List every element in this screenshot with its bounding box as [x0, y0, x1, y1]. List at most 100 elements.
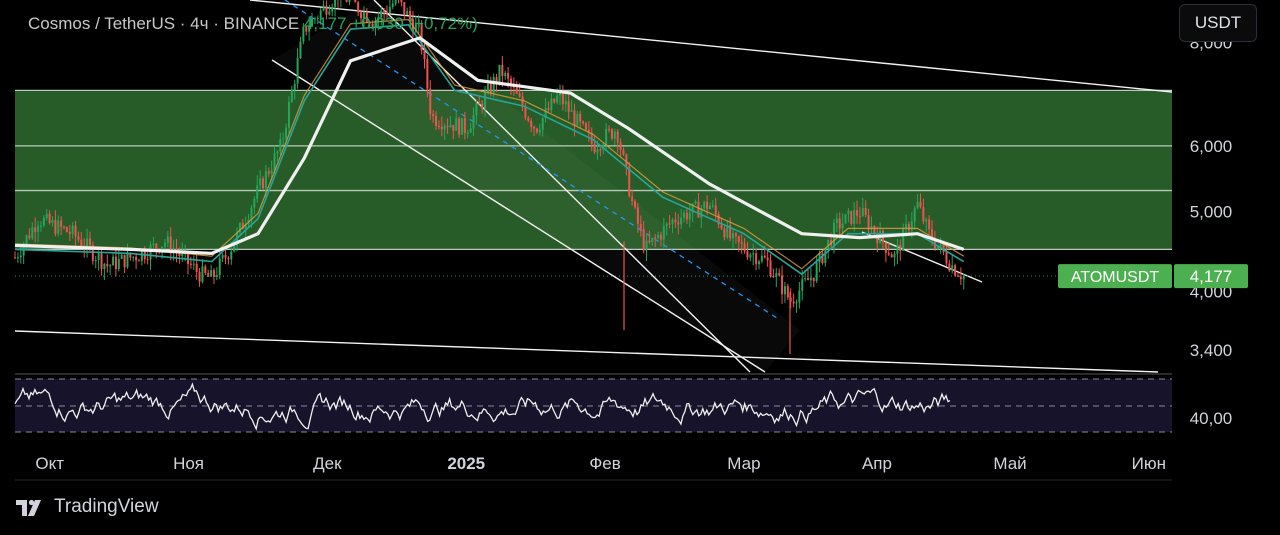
tradingview-logo-icon [16, 499, 41, 516]
candle-266 [781, 265, 784, 304]
candle-263 [772, 268, 775, 278]
candle-290 [850, 210, 853, 226]
candle-34 [112, 253, 115, 266]
candle-112 [337, 0, 339, 9]
time-tick-5: Мар [727, 454, 760, 473]
candle-72 [221, 253, 224, 263]
candle-29 [97, 250, 100, 271]
candle-288 [844, 213, 847, 224]
candle-255 [749, 252, 752, 262]
candle-305 [893, 250, 896, 267]
candle-65 [201, 259, 204, 284]
candle-154 [458, 116, 461, 138]
time-tick-0: Окт [35, 454, 64, 473]
candle-325 [951, 254, 954, 274]
symbol-title: Cosmos / TetherUS · 4ч · BINANCE [28, 14, 300, 33]
zone-2 [15, 90, 1172, 146]
candle-96 [290, 85, 293, 103]
candle-99 [299, 36, 302, 60]
candle-271 [795, 299, 798, 313]
candle-1 [16, 252, 19, 264]
candle-213 [628, 161, 631, 198]
candle-116 [348, 0, 351, 6]
candle-67 [207, 269, 210, 277]
candle-324 [948, 259, 951, 273]
candle-272 [798, 281, 801, 309]
candle-281 [824, 248, 827, 267]
candle-66 [204, 264, 207, 276]
time-tick-7: Май [993, 454, 1026, 473]
candle-133 [398, 0, 400, 4]
time-axis[interactable]: Окт Ноя Дек 2025 Фев Мар Апр Май Июн [15, 454, 1172, 481]
time-tick-1: Ноя [173, 454, 204, 473]
candle-270 [792, 293, 795, 308]
candle-265 [778, 268, 781, 277]
candle-64 [198, 267, 201, 287]
candle-304 [890, 252, 893, 258]
candle-70 [215, 267, 218, 281]
candle-43 [137, 258, 140, 262]
price-chart[interactable]: 8,0006,0005,0004,0003,400 40,00 Окт Ноя Де… [0, 0, 1280, 535]
candle-113 [340, 0, 342, 8]
price-tick-2: 5,000 [1190, 202, 1233, 221]
lower-trendline [14, 330, 1159, 373]
candle-268 [786, 283, 789, 301]
rsi-pane: 40,00 [14, 373, 1233, 433]
last-price-label-group: ATOMUSDT 4,177 [1058, 264, 1248, 289]
candle-44 [140, 250, 143, 266]
candle-118 [354, 0, 357, 3]
candle-302 [884, 241, 887, 262]
candle-134 [400, 0, 403, 7]
candle-267 [783, 282, 786, 303]
candle-33 [109, 263, 112, 275]
candle-264 [775, 267, 778, 288]
candle-75 [230, 247, 233, 265]
candle-68 [210, 264, 213, 278]
rsi-tick: 40,00 [1190, 409, 1233, 428]
candle-257 [755, 248, 758, 271]
symbol-label: ATOMUSDT [1071, 269, 1160, 286]
candle-276 [809, 267, 812, 288]
candle-329 [962, 273, 965, 290]
candle-131 [391, 0, 394, 10]
candle-262 [769, 253, 772, 278]
price-tick-1: 6,000 [1190, 137, 1233, 156]
candle-71 [218, 251, 221, 280]
candle-170 [504, 70, 507, 80]
time-tick-6: Апр [862, 454, 892, 473]
candle-76 [233, 245, 236, 253]
candle-258 [757, 259, 760, 270]
candle-69 [212, 268, 215, 284]
time-tick-4: Фев [589, 454, 620, 473]
candle-259 [760, 250, 763, 264]
candle-164 [486, 74, 489, 95]
price-tick-4: 3,400 [1190, 341, 1233, 360]
candle-174 [515, 81, 518, 94]
last-price-value: 4,177 [1190, 267, 1233, 286]
candle-0 [14, 251, 16, 259]
tradingview-branding: TradingView [16, 496, 159, 518]
price-axis[interactable]: 8,0006,0005,0004,0003,400 [1190, 33, 1233, 360]
price-change: +0,030 (+0,72%) [351, 14, 478, 33]
candle-132 [394, 0, 397, 6]
candle-41 [132, 256, 135, 262]
candle-74 [227, 256, 230, 265]
time-tick-3: 2025 [447, 454, 485, 473]
candle-130 [388, 0, 391, 15]
candle-115 [345, 0, 348, 3]
candle-62 [192, 255, 195, 270]
candle-28 [94, 255, 97, 269]
candle-277 [812, 277, 815, 288]
candle-155 [460, 117, 463, 136]
time-tick-8: Июн [1132, 454, 1166, 473]
chart-legend-header: Cosmos / TetherUS · 4ч · BINANCE 4,177 +… [28, 14, 478, 34]
candle-46 [146, 251, 149, 265]
tradingview-wordmark: TradingView [54, 496, 159, 517]
candle-107 [322, 0, 325, 12]
candle-31 [103, 262, 106, 280]
candle-326 [954, 263, 957, 277]
support-resistance-zones [15, 89, 1172, 250]
candle-38 [123, 254, 126, 274]
currency-button[interactable]: USDT [1179, 4, 1257, 42]
candle-42 [135, 253, 138, 270]
